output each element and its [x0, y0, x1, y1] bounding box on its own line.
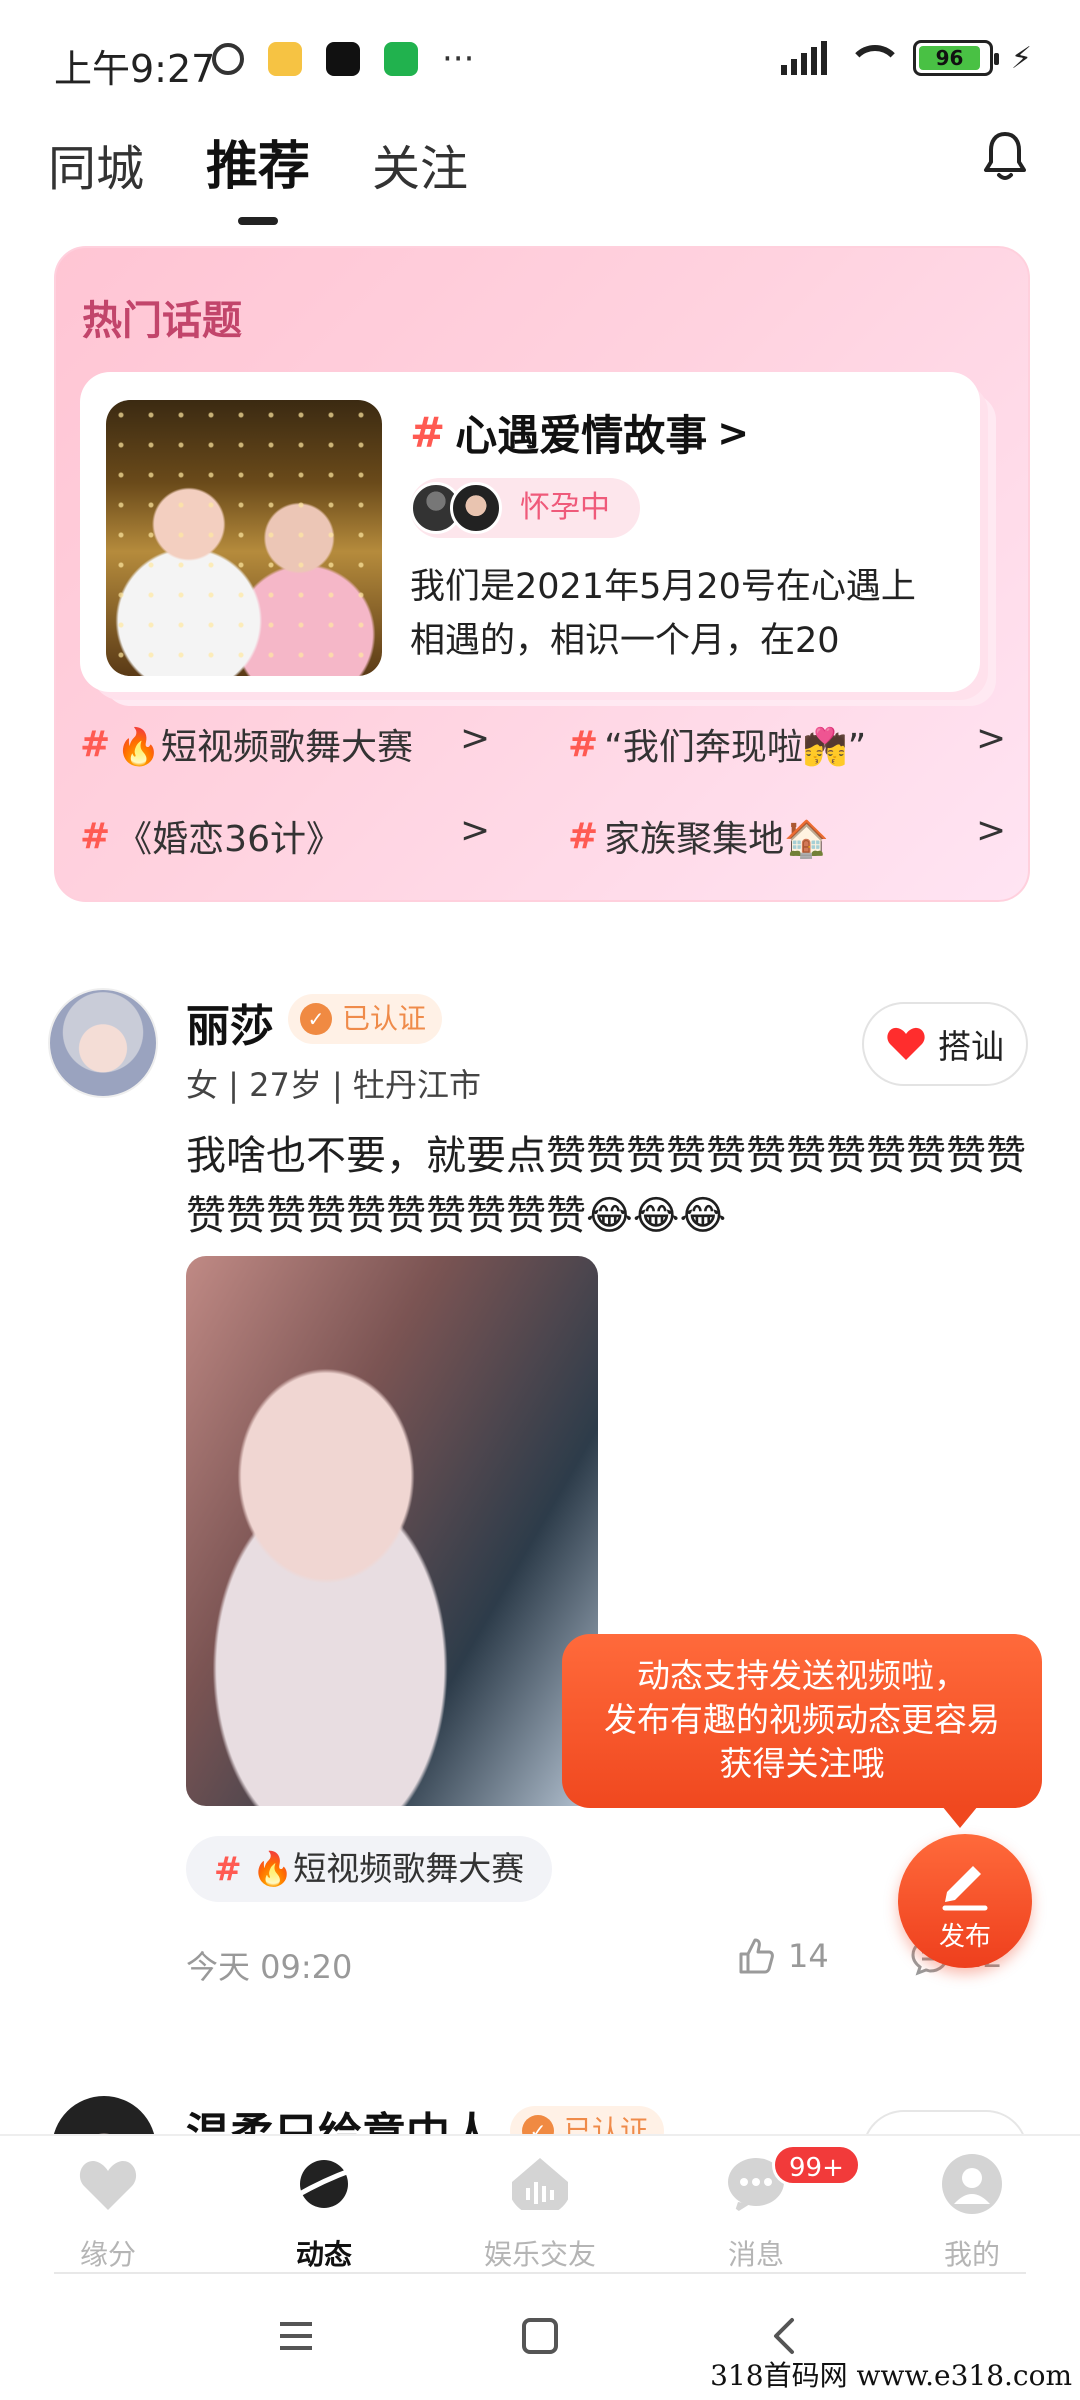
- chevron-right-icon: >: [976, 810, 1007, 851]
- nav-label: 消息: [727, 2238, 784, 2271]
- bottom-nav: 缘分 动态 娱乐交友 消息 99+ 我的: [0, 2134, 1080, 2273]
- pen-icon: [942, 1866, 988, 1911]
- featured-topic-title[interactable]: # 心遇爱情故事 >: [410, 402, 749, 463]
- nav-label: 娱乐交友: [483, 2238, 596, 2271]
- avatar: [450, 482, 502, 534]
- video-post-tooltip[interactable]: 动态支持发送视频啦， 发布有趣的视频动态更容易 获得关注哦: [562, 1634, 1042, 1828]
- battery-icon: 96: [912, 40, 999, 76]
- nav-label: 动态: [295, 2238, 352, 2271]
- featured-topic-card[interactable]: # 心遇爱情故事 > 怀孕中 我们是2021年5月20号在心遇上相遇的，相识一个…: [80, 372, 980, 692]
- alarm-icon: [212, 43, 244, 75]
- topic-item[interactable]: # 家族聚集地🏠: [568, 810, 829, 862]
- tiktok-app-icon: [326, 42, 360, 76]
- voice-room-icon: [512, 2158, 568, 2210]
- planet-icon: [294, 2160, 353, 2208]
- nav-item-entertainment[interactable]: 娱乐交友: [470, 2152, 610, 2273]
- topic-item[interactable]: # “我们奔现啦💏”: [568, 718, 866, 770]
- post-author-name[interactable]: 丽莎: [186, 990, 274, 1054]
- tab-follow[interactable]: 关注: [372, 129, 468, 199]
- topic-label: 🔥短视频歌舞大赛: [116, 727, 413, 768]
- verified-label: 已认证: [342, 1002, 427, 1035]
- post-image[interactable]: [186, 1256, 598, 1806]
- tooltip-line: 动态支持发送视频啦，: [637, 1656, 967, 1695]
- topic-item[interactable]: # 《婚恋36计》: [80, 810, 342, 862]
- unread-badge: 99+: [772, 2144, 861, 2186]
- hash-icon: #: [568, 815, 599, 857]
- status-system-icons: 96 ⚡: [780, 40, 1032, 76]
- topic-item[interactable]: # 🔥短视频歌舞大赛: [80, 718, 413, 770]
- charging-icon: ⚡: [1010, 40, 1032, 76]
- status-notification-icons: ···: [212, 42, 474, 76]
- watermark-text: 318首码网 www.e318.com: [710, 2359, 1072, 2392]
- nav-label: 缘分: [79, 2238, 136, 2271]
- featured-topic-photo: [106, 400, 382, 676]
- publish-button[interactable]: 发布: [898, 1834, 1032, 1968]
- hash-icon: #: [80, 815, 111, 857]
- hot-topics-title: 热门话题: [82, 298, 242, 344]
- nav-item-moments[interactable]: 动态: [254, 2152, 394, 2273]
- avatar[interactable]: [48, 988, 158, 1098]
- nav-label: 我的: [943, 2238, 1000, 2271]
- home-icon[interactable]: [516, 2312, 564, 2360]
- menu-icon[interactable]: [272, 2312, 320, 2360]
- like-button[interactable]: 14: [736, 1936, 829, 1976]
- bell-icon[interactable]: [982, 130, 1028, 182]
- tooltip-line: 发布有趣的视频动态更容易: [604, 1700, 1000, 1739]
- chat-up-button[interactable]: 搭讪: [862, 1002, 1028, 1086]
- chevron-right-icon: >: [460, 718, 491, 759]
- like-count: 14: [788, 1937, 829, 1975]
- user-icon: [942, 2154, 1002, 2214]
- status-time: 上午9:27: [54, 47, 216, 91]
- topic-label: 家族聚集地🏠: [604, 819, 829, 860]
- post-topic-label: 🔥短视频歌舞大赛: [252, 1849, 525, 1888]
- back-icon[interactable]: [762, 2312, 810, 2360]
- post-author-meta: 女 | 27岁 | 牡丹江市: [186, 1066, 481, 1104]
- nav-item-profile[interactable]: 我的: [902, 2152, 1042, 2273]
- featured-topic-name: 心遇爱情故事: [455, 411, 708, 460]
- chevron-right-icon: >: [976, 718, 1007, 759]
- thumbs-up-icon: [739, 1938, 774, 1974]
- system-nav-bar: 318首码网 www.e318.com: [0, 2272, 1080, 2400]
- post-timestamp: 今天 09:20: [186, 1948, 353, 1986]
- top-tabs: 同城 推荐 关注: [48, 124, 468, 199]
- chevron-right-icon: >: [717, 410, 750, 455]
- hash-icon: #: [568, 723, 599, 765]
- topic-label: “我们奔现啦💏”: [604, 727, 867, 768]
- post-text: 我啥也不要，就要点赞赞赞赞赞赞赞赞赞赞赞赞赞赞赞赞赞赞赞赞赞赞😂😂😂: [186, 1133, 1026, 1239]
- hot-topics-card: 热门话题 # 心遇爱情故事 > 怀孕中 我们是2021年5月20号在心遇上相遇的…: [54, 246, 1030, 902]
- tooltip-line: 获得关注哦: [719, 1744, 885, 1783]
- signal-icon: [780, 41, 827, 75]
- status-bar: 上午9:27 ··· 96 ⚡: [0, 0, 1080, 120]
- chat-up-label: 搭讪: [938, 1027, 1004, 1066]
- battery-level: 96: [918, 46, 981, 70]
- featured-tag-label: 怀孕中: [520, 490, 610, 525]
- wifi-icon: [845, 41, 903, 75]
- verified-icon: ✓: [300, 1003, 332, 1035]
- publish-label: 发布: [938, 1922, 991, 1952]
- notes-app-icon: [268, 42, 302, 76]
- post-topic-chip[interactable]: # 🔥短视频歌舞大赛: [186, 1836, 553, 1902]
- verified-badge: ✓ 已认证: [288, 994, 443, 1044]
- hash-icon: #: [410, 408, 446, 457]
- divider: [54, 2272, 1026, 2274]
- tab-recommend[interactable]: 推荐: [206, 124, 310, 199]
- tab-nearby[interactable]: 同城: [48, 129, 144, 199]
- featured-topic-tag: 怀孕中: [410, 478, 640, 538]
- hash-icon: #: [80, 723, 111, 765]
- chevron-right-icon: >: [460, 810, 491, 851]
- featured-topic-excerpt: 我们是2021年5月20号在心遇上相遇的，相识一个月，在20: [410, 567, 916, 661]
- heart-icon: [79, 2160, 137, 2210]
- topic-label: 《婚恋36计》: [116, 819, 342, 860]
- nav-item-fate[interactable]: 缘分: [38, 2152, 178, 2273]
- hash-icon: #: [214, 1849, 242, 1888]
- app-notification-icon: [384, 42, 418, 76]
- heart-icon: [887, 1027, 925, 1060]
- more-notifications-icon: ···: [442, 39, 475, 79]
